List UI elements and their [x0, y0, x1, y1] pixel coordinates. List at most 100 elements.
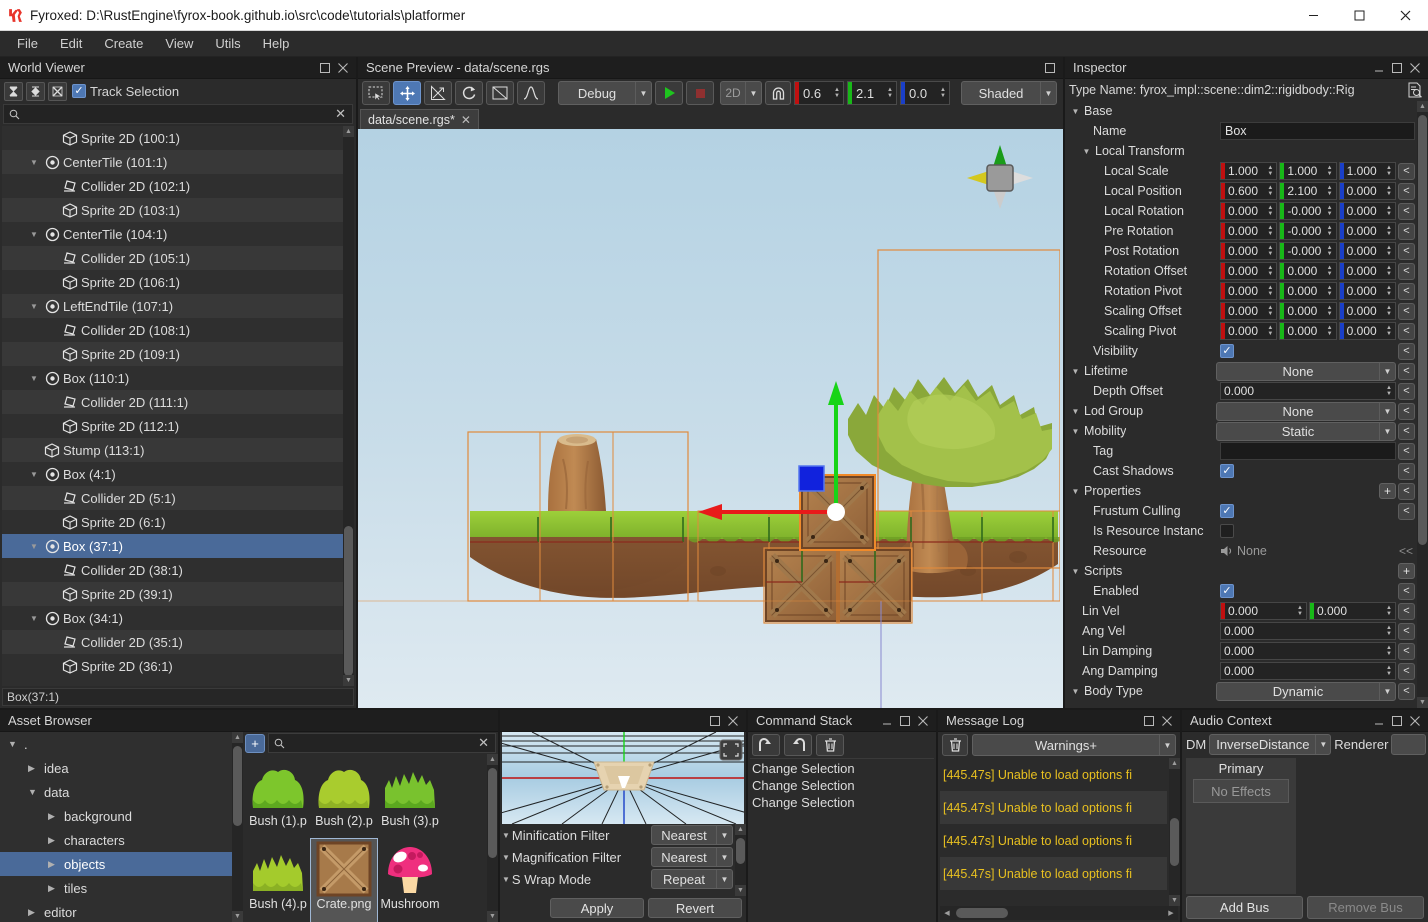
- vector-stepper[interactable]: ▲ ▼: [1383, 303, 1395, 319]
- vector-component[interactable]: 0.000 ▲ ▼: [1279, 262, 1337, 280]
- stop-button[interactable]: [686, 81, 714, 105]
- tree-expander-icon[interactable]: ▼: [26, 230, 42, 239]
- asset-grid-scroll-down-icon[interactable]: ▼: [487, 911, 498, 922]
- vector-field[interactable]: 1.000 ▲ ▼ 1.000 ▲ ▼ 1.000 ▲ ▼: [1220, 162, 1396, 180]
- message-log-item[interactable]: [445.47s] Unable to load options fi: [940, 791, 1167, 824]
- revert-button[interactable]: <: [1398, 582, 1415, 600]
- vector-stepper[interactable]: ▲ ▼: [1264, 203, 1276, 219]
- tree-expander-icon[interactable]: ▼: [26, 374, 42, 383]
- clear-log-icon[interactable]: [942, 734, 968, 756]
- remove-bus-button[interactable]: Remove Bus: [1307, 896, 1424, 919]
- tree-node[interactable]: Sprite 2D (112:1): [2, 414, 344, 438]
- preview-property-chevron-icon[interactable]: ▼: [716, 826, 732, 844]
- vector-component[interactable]: 0.000 ▲ ▼: [1279, 302, 1337, 320]
- snap-z-stepper[interactable]: ▲ ▼: [937, 82, 949, 104]
- number-input[interactable]: 0.000 ▲ ▼: [1220, 622, 1396, 640]
- vector-stepper[interactable]: ▲ ▼: [1324, 323, 1336, 339]
- number-stepper[interactable]: ▲ ▼: [1383, 643, 1395, 659]
- tree-node[interactable]: Collider 2D (5:1): [2, 486, 344, 510]
- asset-item[interactable]: Mushroom: [377, 839, 443, 922]
- navmesh-icon[interactable]: [486, 81, 514, 105]
- vector-stepper[interactable]: ▲ ▼: [1264, 223, 1276, 239]
- revert-button[interactable]: <: [1398, 342, 1415, 360]
- vector-component[interactable]: -0.000 ▲ ▼: [1279, 202, 1337, 220]
- snap-y-stepper[interactable]: ▲ ▼: [884, 82, 896, 104]
- render-mode-chevron-icon[interactable]: ▼: [1040, 82, 1056, 104]
- debug-mode-combo[interactable]: Debug ▼: [558, 81, 652, 105]
- revert-button[interactable]: <: [1398, 162, 1415, 180]
- asset-grid-scrollbar[interactable]: ▲ ▼: [487, 754, 498, 922]
- vector-stepper[interactable]: ▲ ▼: [1324, 163, 1336, 179]
- add-property-button[interactable]: +: [1379, 483, 1396, 499]
- revert-button[interactable]: <: [1398, 462, 1415, 480]
- trash-icon[interactable]: [816, 734, 844, 756]
- scene-graph-tree[interactable]: Sprite 2D (100:1) ▼ CenterTile (101:1) Coll…: [2, 126, 354, 686]
- tree-node[interactable]: Collider 2D (111:1): [2, 390, 344, 414]
- folder-expander-icon[interactable]: ▼: [28, 787, 44, 797]
- scale-icon[interactable]: [424, 81, 452, 105]
- tree-expander-icon[interactable]: ▼: [26, 158, 42, 167]
- message-log-list[interactable]: [445.47s] Unable to load options fi [445.…: [940, 758, 1167, 906]
- vector-component[interactable]: 0.000 ▲ ▼: [1309, 602, 1396, 620]
- vector-field[interactable]: 0.000 ▲ ▼ 0.000 ▲ ▼ 0.000 ▲ ▼: [1220, 282, 1396, 300]
- message-log-scroll-up-icon[interactable]: ▲: [1169, 758, 1180, 769]
- tree-node[interactable]: Collider 2D (105:1): [2, 246, 344, 270]
- vector-component[interactable]: 0.000 ▲ ▼: [1279, 322, 1337, 340]
- vector-field[interactable]: 0.000 ▲ ▼ -0.000 ▲ ▼ 0.000 ▲ ▼: [1220, 222, 1396, 240]
- vector-stepper[interactable]: ▲ ▼: [1383, 203, 1395, 219]
- inspector-group-label[interactable]: ▼ Lifetime: [1065, 364, 1216, 378]
- resource-more-button[interactable]: <<: [1399, 544, 1415, 558]
- vector-stepper[interactable]: ▲ ▼: [1324, 243, 1336, 259]
- inspector-maximize-icon[interactable]: [1388, 59, 1406, 77]
- vector-stepper[interactable]: ▲ ▼: [1383, 603, 1395, 619]
- preview-props-scroll-thumb[interactable]: [736, 838, 745, 864]
- revert-button[interactable]: <: [1398, 282, 1415, 300]
- tree-node[interactable]: Collider 2D (35:1): [2, 630, 344, 654]
- tree-expander-icon[interactable]: ▼: [26, 302, 42, 311]
- folder-expander-icon[interactable]: ▶: [48, 859, 64, 870]
- revert-button[interactable]: <: [1398, 622, 1415, 640]
- inspector-group-label[interactable]: ▼ Scripts: [1065, 564, 1216, 578]
- menu-help[interactable]: Help: [252, 33, 301, 54]
- asset-item[interactable]: Bush (3).p: [377, 756, 443, 839]
- render-mode-combo[interactable]: Shaded ▼: [961, 81, 1057, 105]
- vector-stepper[interactable]: ▲ ▼: [1383, 283, 1395, 299]
- asset-item[interactable]: Bush (2).p: [311, 756, 377, 839]
- preview-props-scrollbar[interactable]: ▲ ▼: [735, 824, 746, 896]
- message-log-scrollbar[interactable]: ▲ ▼: [1169, 758, 1180, 906]
- dimension-combo[interactable]: 2D ▼: [720, 81, 762, 105]
- vector-component[interactable]: 1.000 ▲ ▼: [1338, 162, 1396, 180]
- vector-field[interactable]: 0.000 ▲ ▼ -0.000 ▲ ▼ 0.000 ▲ ▼: [1220, 242, 1396, 260]
- terrain-icon[interactable]: [517, 81, 545, 105]
- tree-expander-icon[interactable]: ▼: [26, 542, 42, 551]
- asset-folder-row[interactable]: ▶ objects: [0, 852, 232, 876]
- group-expander-icon[interactable]: ▼: [1080, 147, 1093, 156]
- inspector-scroll-thumb[interactable]: [1418, 115, 1427, 545]
- audio-context-minimize-icon[interactable]: [1370, 712, 1388, 730]
- vector-field[interactable]: 0.000 ▲ ▼ 0.000 ▲ ▼ 0.000 ▲ ▼: [1220, 302, 1396, 320]
- world-viewer-search[interactable]: ✕: [3, 104, 353, 124]
- tree-node[interactable]: Sprite 2D (100:1): [2, 126, 344, 150]
- vector-stepper[interactable]: ▲ ▼: [1324, 303, 1336, 319]
- asset-folder-row[interactable]: ▼.: [0, 732, 232, 756]
- tree-node[interactable]: Sprite 2D (6:1): [2, 510, 344, 534]
- snap-y-field[interactable]: 2.1 ▲ ▼: [847, 81, 897, 105]
- folder-expander-icon[interactable]: ▶: [28, 907, 44, 918]
- inspector-combo[interactable]: Dynamic ▼: [1216, 681, 1396, 701]
- close-button[interactable]: [1382, 0, 1428, 31]
- vector-stepper[interactable]: ▲ ▼: [1383, 243, 1395, 259]
- revert-button[interactable]: <: [1398, 442, 1415, 460]
- preview-property-combo[interactable]: Nearest ▼: [651, 847, 733, 867]
- vector-stepper[interactable]: ▲ ▼: [1264, 283, 1276, 299]
- audio-context-maximize-icon[interactable]: [1388, 712, 1406, 730]
- tree-node[interactable]: Sprite 2D (109:1): [2, 342, 344, 366]
- revert-button[interactable]: <: [1398, 682, 1415, 700]
- vector-component[interactable]: 0.000 ▲ ▼: [1279, 282, 1337, 300]
- menu-create[interactable]: Create: [93, 33, 154, 54]
- move-icon[interactable]: [393, 81, 421, 105]
- message-log-item[interactable]: [445.47s] Unable to load options fi: [940, 857, 1167, 890]
- dimension-chevron-icon[interactable]: ▼: [745, 82, 761, 104]
- number-input[interactable]: 0.000 ▲ ▼: [1220, 642, 1396, 660]
- distance-model-combo[interactable]: InverseDistance ▼: [1209, 733, 1332, 755]
- vector-component[interactable]: 0.000 ▲ ▼: [1220, 262, 1278, 280]
